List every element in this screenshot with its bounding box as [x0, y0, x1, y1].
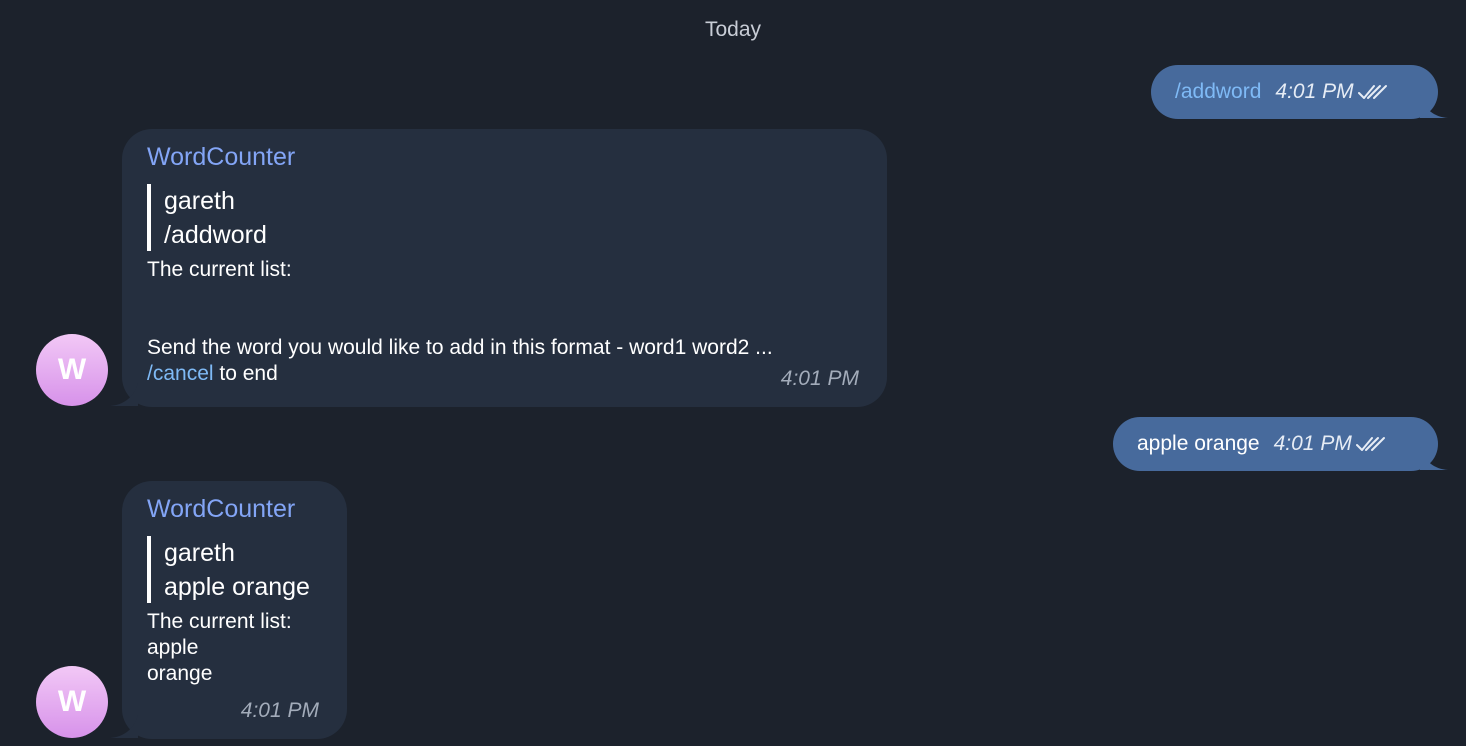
- message-time: 4:01 PM: [240, 699, 319, 722]
- sender-name[interactable]: WordCounter: [147, 495, 322, 523]
- outgoing-message[interactable]: /addword 4:01 PM: [1151, 65, 1438, 119]
- reply-quote[interactable]: gareth /addword: [147, 184, 862, 251]
- incoming-message[interactable]: WordCounter gareth /addword The current …: [122, 129, 887, 407]
- bubble-tail: [110, 715, 138, 738]
- avatar[interactable]: W: [36, 334, 108, 406]
- incoming-message[interactable]: WordCounter gareth apple orange The curr…: [122, 481, 347, 739]
- double-check-icon: [1357, 85, 1387, 99]
- bubble-tail: [1420, 447, 1448, 470]
- reply-text: /addword: [164, 221, 267, 249]
- message-meta: 4:01 PM: [1275, 80, 1387, 104]
- bubble-tail: [1420, 95, 1448, 118]
- message-line: The current list:: [147, 258, 292, 281]
- sender-name[interactable]: WordCounter: [147, 143, 862, 171]
- message-meta: 4:01 PM: [1274, 432, 1386, 456]
- message-line: orange: [147, 662, 213, 685]
- message-time: 4:01 PM: [780, 367, 859, 390]
- message-time: 4:01 PM: [1275, 80, 1354, 103]
- message-line: apple: [147, 636, 199, 659]
- avatar[interactable]: W: [36, 666, 108, 738]
- reply-author: gareth: [164, 187, 235, 215]
- message-line: [147, 283, 862, 309]
- message-time: 4:01 PM: [1273, 432, 1352, 455]
- message-command-link[interactable]: /addword: [1175, 80, 1261, 104]
- reply-author: gareth: [164, 539, 235, 567]
- message-line: The current list:: [147, 610, 292, 633]
- chat-window[interactable]: Today /addword 4:01 PM WordCounter garet…: [0, 0, 1466, 746]
- cancel-command-link[interactable]: /cancel: [147, 362, 214, 385]
- outgoing-message[interactable]: apple orange 4:01 PM: [1113, 417, 1438, 471]
- message-text: apple orange: [1137, 432, 1260, 455]
- message-line: Send the word you would like to add in t…: [147, 336, 773, 359]
- double-check-icon: [1355, 437, 1385, 451]
- message-line: /cancel to end: [147, 361, 862, 387]
- reply-quote[interactable]: gareth apple orange: [147, 536, 322, 603]
- date-separator: Today: [704, 18, 762, 41]
- cancel-suffix: to end: [213, 362, 278, 385]
- message-line: [147, 309, 862, 335]
- reply-text: apple orange: [164, 573, 310, 601]
- bubble-tail: [110, 383, 138, 406]
